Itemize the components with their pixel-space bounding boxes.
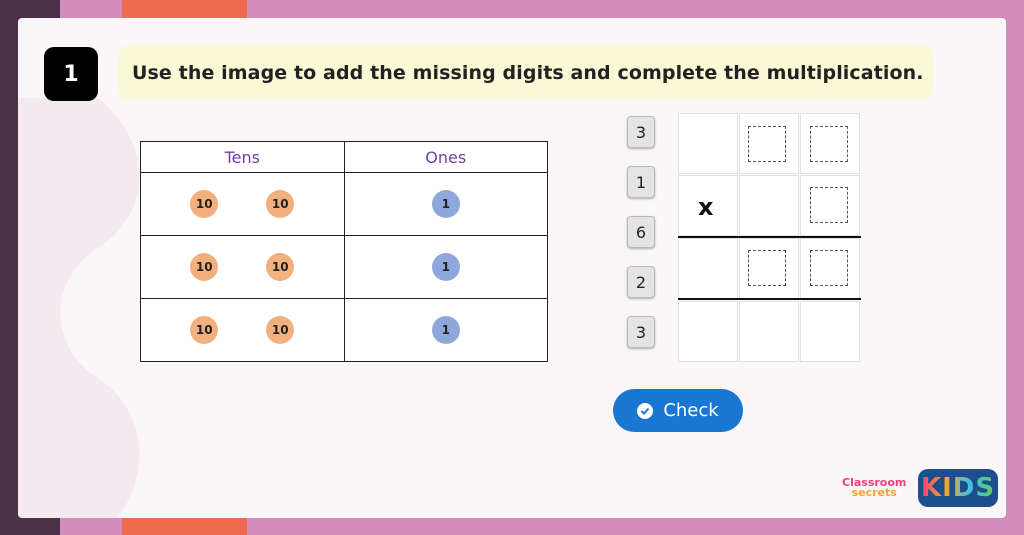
table-row: 10 10 1 <box>140 235 548 299</box>
table-row: 10 10 1 <box>140 298 548 362</box>
tens-cell: 10 10 <box>140 235 345 299</box>
ones-header: Ones <box>343 141 548 173</box>
tens-header: Tens <box>140 141 345 173</box>
digit-tile[interactable]: 3 <box>627 116 655 148</box>
background-accent-top <box>122 0 247 18</box>
ones-cell: 1 <box>343 298 548 362</box>
digit-tile[interactable]: 2 <box>627 266 655 298</box>
kids-logo-text: KIDS <box>920 473 996 503</box>
grid-cell <box>678 238 738 299</box>
grid-cell <box>739 301 799 362</box>
table-row: 10 10 1 <box>140 172 548 236</box>
check-button[interactable]: Check <box>613 389 743 432</box>
question-prompt-box: Use the image to add the missing digits … <box>118 45 933 100</box>
multiplier-drop-zone[interactable] <box>810 187 848 223</box>
logo-line2: secrets <box>851 486 897 499</box>
multiply-sign: x <box>698 193 714 221</box>
tens-cell: 10 10 <box>140 172 345 236</box>
digit-tile[interactable]: 1 <box>627 166 655 198</box>
ones-counter: 1 <box>431 190 460 218</box>
answer-ones-drop-zone[interactable] <box>810 250 848 286</box>
answer-rule-top <box>678 236 861 238</box>
check-button-label: Check <box>663 400 719 421</box>
background-accent-bottom <box>122 518 247 535</box>
tens-counter: 10 <box>266 190 295 218</box>
tens-counter: 10 <box>190 316 219 344</box>
ones-cell: 1 <box>343 172 548 236</box>
tens-counter: 10 <box>266 316 295 344</box>
place-value-table: Tens Ones 10 10 1 10 10 1 10 10 1 <box>140 141 548 362</box>
question-prompt: Use the image to add the missing digits … <box>132 61 924 84</box>
ones-cell: 1 <box>343 235 548 299</box>
multiplication-grid: x <box>678 113 861 363</box>
tens-counter: 10 <box>190 253 219 281</box>
tens-counter: 10 <box>190 190 219 218</box>
grid-cell <box>678 301 738 362</box>
digit-tile[interactable]: 6 <box>627 216 655 248</box>
check-circle-icon <box>637 402 654 419</box>
classroom-secrets-logo: Classroom secrets <box>842 477 906 499</box>
multiplicand-ones-drop-zone[interactable] <box>810 126 848 162</box>
answer-tens-drop-zone[interactable] <box>748 250 786 286</box>
digit-tile[interactable]: 3 <box>627 316 655 348</box>
multiplicand-tens-drop-zone[interactable] <box>748 126 786 162</box>
kids-logo: KIDS <box>918 469 998 507</box>
ones-counter: 1 <box>431 316 460 344</box>
question-number: 1 <box>44 47 98 101</box>
tens-counter: 10 <box>266 253 295 281</box>
ones-counter: 1 <box>431 253 460 281</box>
grid-cell <box>739 175 799 236</box>
grid-cell <box>678 113 738 174</box>
tens-cell: 10 10 <box>140 298 345 362</box>
grid-cell <box>800 301 860 362</box>
answer-rule-bottom <box>678 298 861 300</box>
